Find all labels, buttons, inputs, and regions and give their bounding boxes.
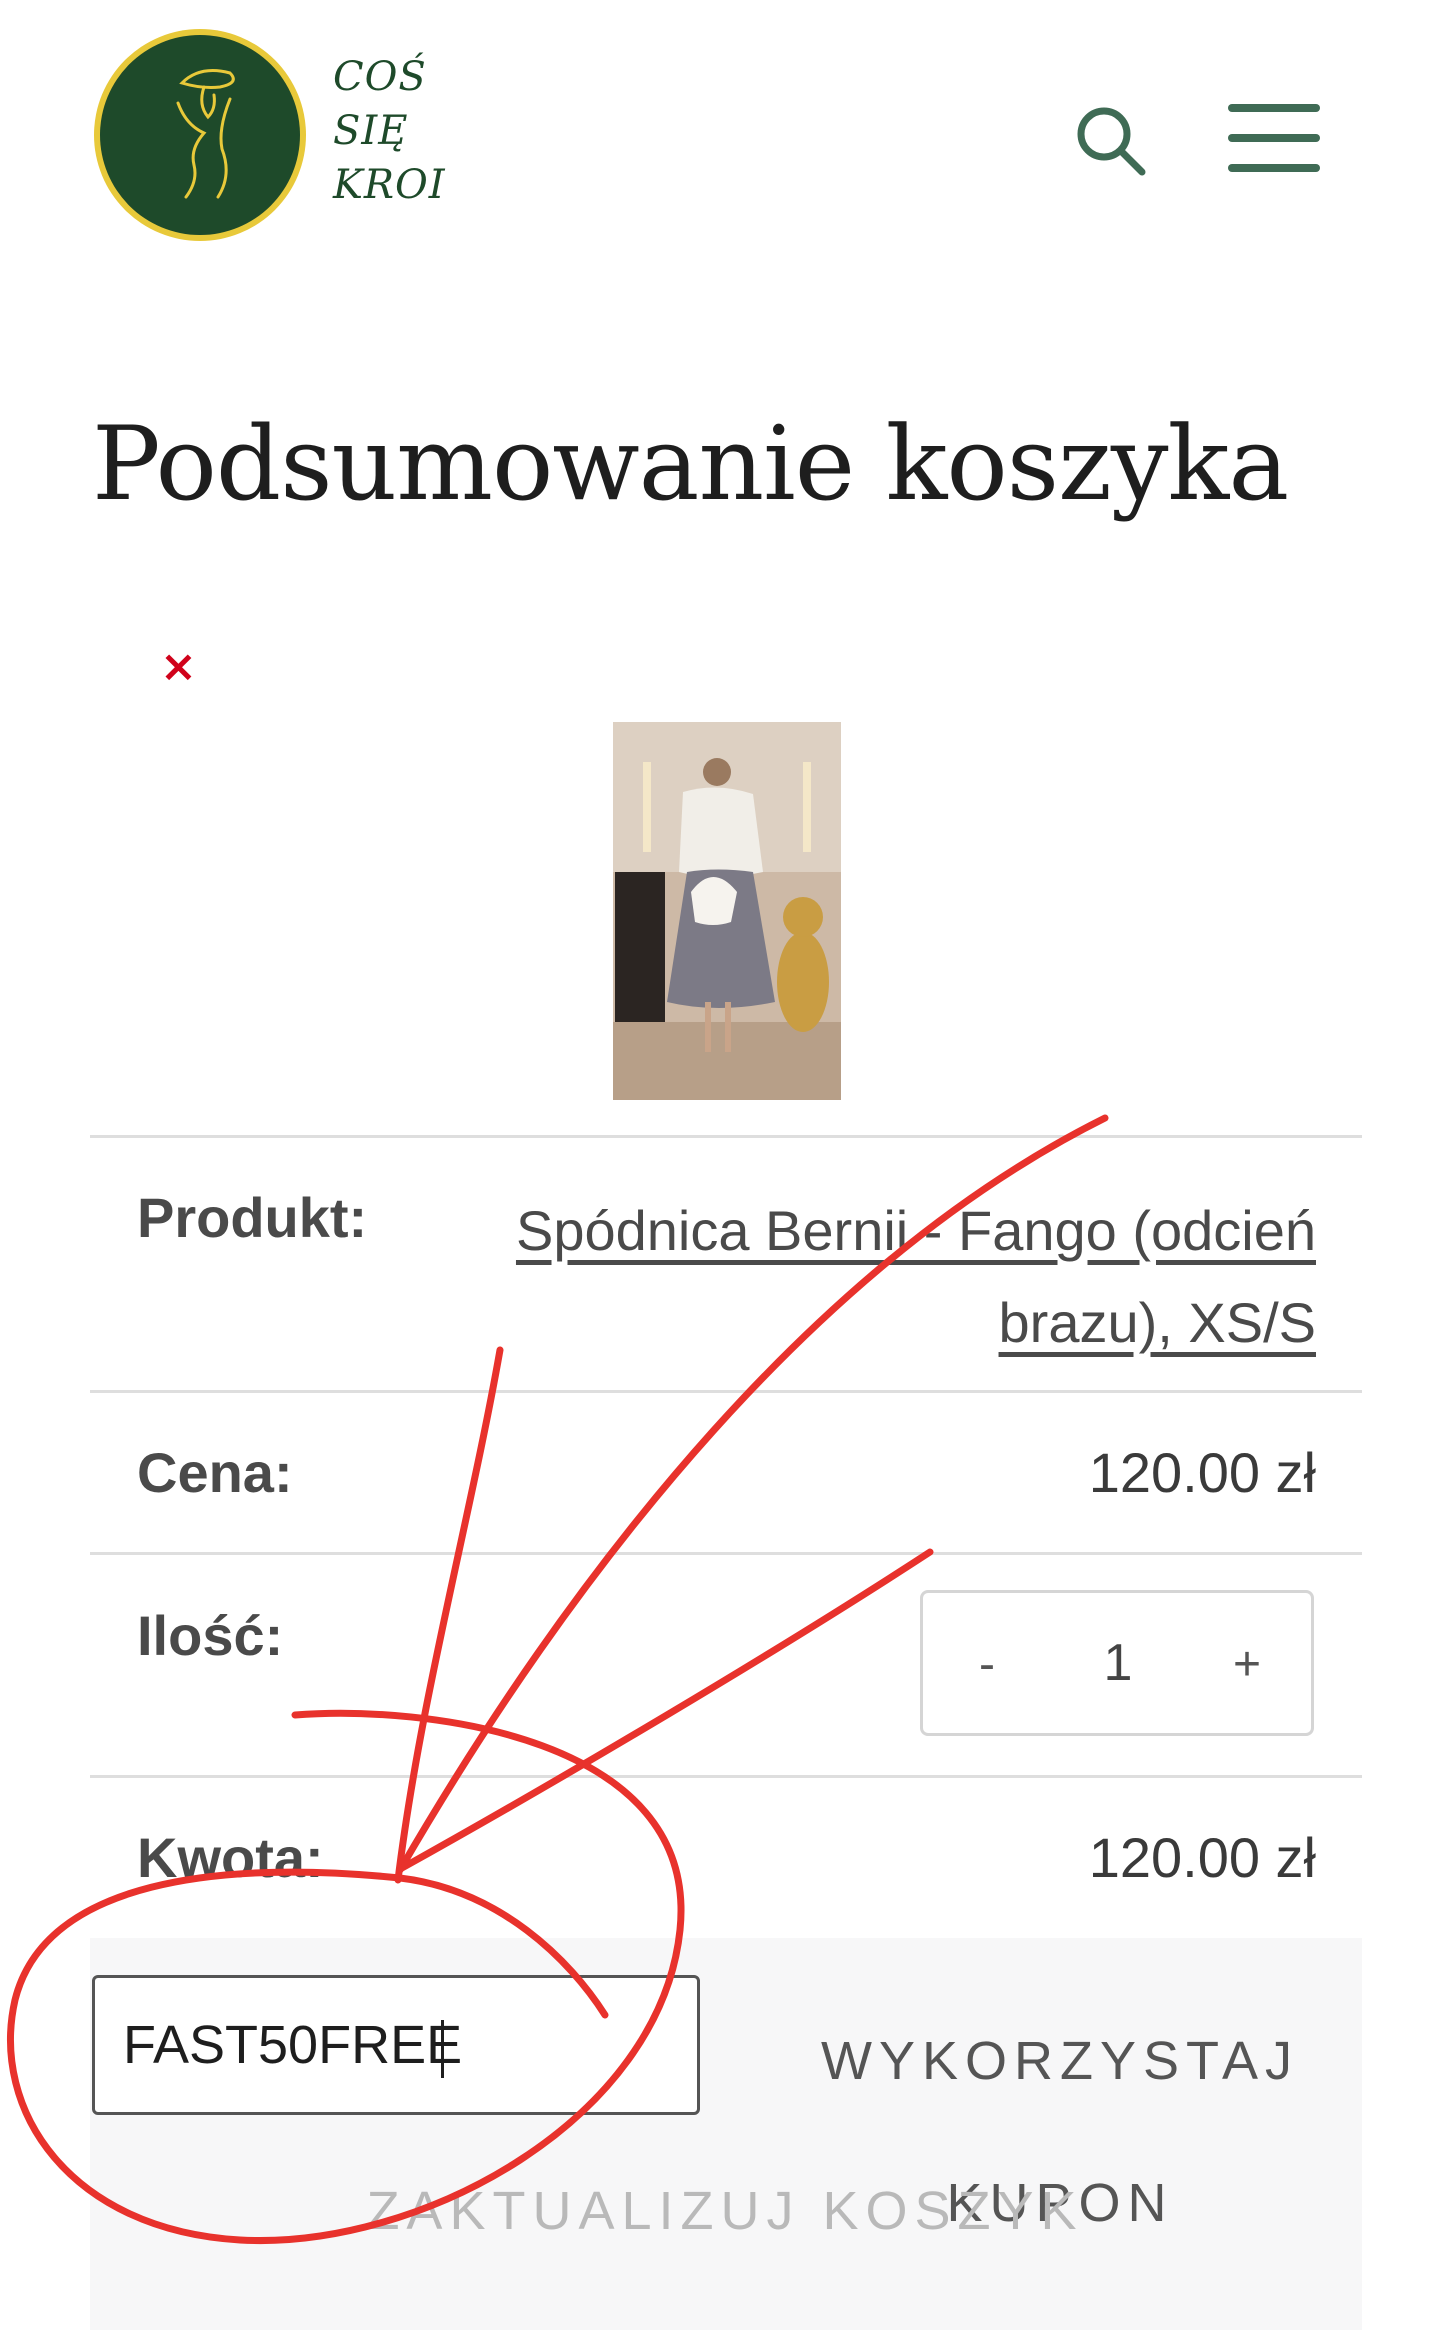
logo-line-2: SIĘ [333,108,409,154]
quantity-input[interactable]: 1 [1063,1633,1173,1693]
price-label: Cena: [137,1441,293,1504]
row-divider-top [90,1135,1362,1138]
quantity-stepper: - 1 + [920,1590,1314,1736]
row-divider-quantity [90,1552,1362,1555]
subtotal-value: 120.00 zł [1088,1826,1316,1889]
row-divider-subtotal [90,1775,1362,1778]
annotation-arrow-line-2 [394,1346,504,1884]
row-divider-price [90,1390,1362,1393]
site-header: COŚ SIĘ KROI [0,0,1440,280]
menu-button[interactable] [1224,100,1324,176]
product-label: Produkt: [137,1186,368,1249]
quantity-label: Ilość: [137,1604,284,1667]
apply-coupon-label-line-1: WYKORZYSTAJ [820,2031,1300,2091]
text-cursor [441,2020,444,2078]
brand-logo[interactable] [90,25,310,245]
search-icon [1077,107,1146,176]
coupon-code-input[interactable] [92,1975,700,2115]
quantity-decrease-button[interactable]: - [957,1637,1017,1692]
subtotal-label: Kwota: [137,1826,324,1889]
update-cart-button[interactable]: ZAKTUALIZUJ KOSZYK [360,2180,1090,2242]
search-button[interactable] [1070,100,1150,180]
logo-line-3: KROI [333,162,446,208]
product-name-link[interactable]: Spódnica Bernii - Fango (odcień brazu), … [456,1185,1316,1369]
price-value: 120.00 zł [1088,1441,1316,1504]
hamburger-menu-icon [1228,104,1320,172]
page-title: Podsumowanie koszyka [92,405,1289,524]
quantity-increase-button[interactable]: + [1217,1637,1277,1692]
product-thumbnail[interactable] [613,722,841,1100]
annotation-arrow-line-3 [398,1548,934,1872]
brand-wordmark: COŚ SIĘ KROI [333,50,446,212]
logo-line-1: COŚ [333,54,427,100]
remove-item-button[interactable]: × [160,645,197,689]
